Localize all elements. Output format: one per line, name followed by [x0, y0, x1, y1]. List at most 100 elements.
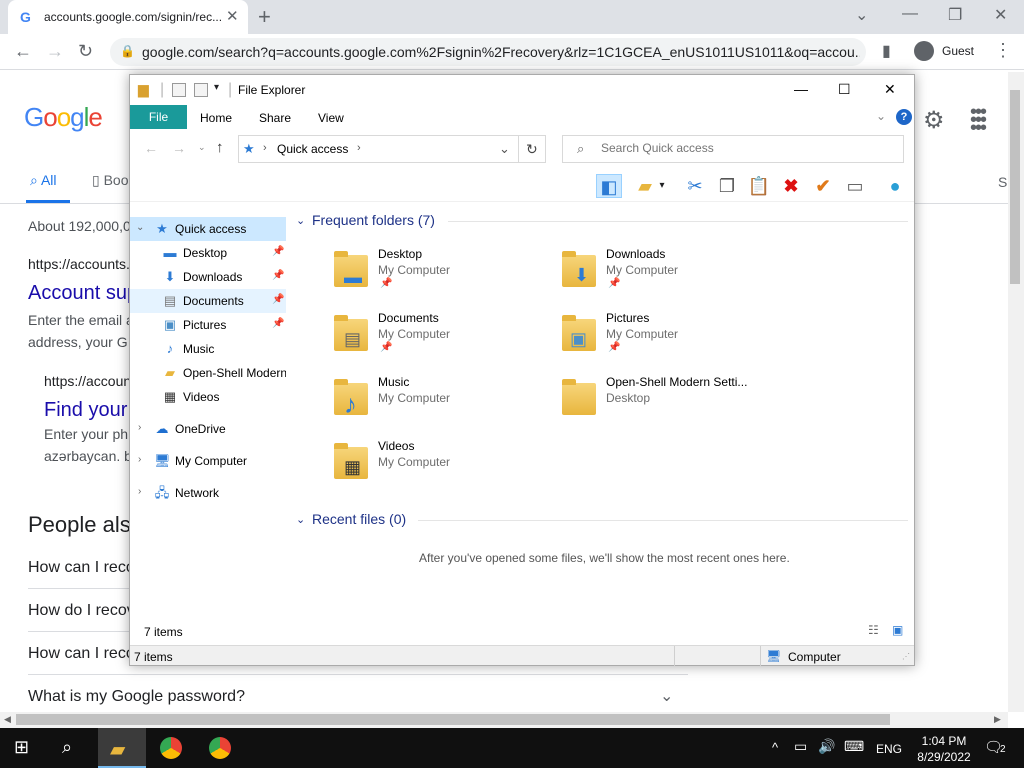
- chevron-right-icon[interactable]: ›: [263, 142, 267, 154]
- profile-button[interactable]: Guest: [910, 39, 984, 65]
- forward-icon[interactable]: →: [172, 140, 186, 156]
- help-icon[interactable]: ?: [896, 109, 912, 125]
- google-logo[interactable]: Google: [24, 102, 103, 133]
- result-title[interactable]: Account sup: [28, 282, 138, 305]
- recent-files-header[interactable]: Recent files (0): [312, 511, 406, 527]
- properties-icon[interactable]: [172, 83, 186, 97]
- new-folder-icon[interactable]: ▰: [632, 174, 658, 198]
- scroll-right-icon[interactable]: ▶: [994, 714, 1001, 725]
- folder-tile-desktop[interactable]: ▬ Desktop My Computer 📌: [332, 245, 552, 305]
- nav-item-documents[interactable]: ▤ Documents 📌: [130, 289, 286, 313]
- explorer-titlebar[interactable]: ▆ | ▾ | File Explorer — ☐ ✕: [130, 75, 914, 105]
- tab-tools[interactable]: S: [998, 174, 1007, 190]
- input-language[interactable]: ENG: [876, 742, 902, 756]
- folder-tile-downloads[interactable]: ⬇ Downloads My Computer 📌: [560, 245, 780, 305]
- paa-question[interactable]: How do I recov: [28, 602, 135, 620]
- folder-tile-pictures[interactable]: ▣ Pictures My Computer 📌: [560, 309, 780, 369]
- tab-share[interactable]: Share: [259, 111, 291, 125]
- nav-item-network[interactable]: › 🖧 Network: [130, 481, 286, 505]
- cut-icon[interactable]: ✂: [682, 174, 708, 198]
- properties-icon[interactable]: ▭: [842, 174, 868, 198]
- nav-item-quick-access[interactable]: ⌄ ★ Quick access: [130, 217, 286, 241]
- address-box[interactable]: ★ › Quick access › ⌄: [238, 135, 546, 163]
- keyboard-icon[interactable]: ⌨: [844, 738, 864, 755]
- resize-grip-icon[interactable]: ⋰: [902, 652, 910, 661]
- search-input[interactable]: [601, 141, 891, 155]
- close-tab-icon[interactable]: ✕: [226, 7, 239, 25]
- network-icon[interactable]: ▭: [794, 738, 807, 755]
- windows-start-icon[interactable]: ⊞: [14, 737, 29, 758]
- result-title[interactable]: Find your: [44, 399, 127, 422]
- scroll-left-icon[interactable]: ◀: [4, 714, 11, 725]
- new-tab-button[interactable]: +: [258, 4, 271, 30]
- folder-tile-open-shell[interactable]: Open-Shell Modern Setti... Desktop: [560, 373, 780, 433]
- folder-tile-videos[interactable]: ▦ Videos My Computer: [332, 437, 552, 497]
- frequent-folders-header[interactable]: Frequent folders (7): [312, 212, 435, 228]
- maximize-icon[interactable]: ☐: [838, 81, 851, 98]
- address-bar[interactable]: 🔒 google.com/search?q=accounts.google.co…: [110, 38, 866, 66]
- minimize-icon[interactable]: —: [902, 5, 918, 23]
- paste-icon[interactable]: 📋: [746, 174, 772, 198]
- nav-item-downloads[interactable]: ⬇ Downloads 📌: [130, 265, 286, 289]
- search-icon[interactable]: ⌕: [62, 737, 72, 758]
- settings-gear-icon[interactable]: ⚙: [923, 106, 945, 135]
- minimize-icon[interactable]: —: [794, 81, 808, 97]
- address-dropdown-icon[interactable]: ⌄: [499, 141, 510, 157]
- chevron-down-icon[interactable]: ⌄: [855, 5, 868, 25]
- chevron-right-icon[interactable]: ›: [357, 142, 361, 154]
- refresh-button[interactable]: ↻: [518, 135, 546, 163]
- browser-tab[interactable]: G accounts.google.com/signin/rec... ✕: [8, 0, 248, 34]
- nav-item-music[interactable]: ♪ Music: [130, 337, 286, 361]
- result-cite[interactable]: https://accoun: [44, 373, 131, 389]
- result-cite[interactable]: https://accounts.: [28, 256, 130, 272]
- tab-view[interactable]: View: [318, 111, 344, 125]
- folder-tile-documents[interactable]: ▤ Documents My Computer 📌: [332, 309, 552, 369]
- nav-item-onedrive[interactable]: › ☁ OneDrive: [130, 417, 286, 441]
- rename-check-icon[interactable]: ✔: [810, 174, 836, 198]
- dropdown-icon[interactable]: ▾: [656, 174, 668, 198]
- chevron-down-icon[interactable]: ⌄: [136, 222, 144, 233]
- reload-icon[interactable]: ↻: [78, 41, 93, 62]
- nav-item-open-shell[interactable]: ▰ Open-Shell Modern: [130, 361, 286, 385]
- open-shell-icon[interactable]: ●: [882, 174, 908, 198]
- vertical-scroll-thumb[interactable]: [1010, 90, 1020, 284]
- nav-item-pictures[interactable]: ▣ Pictures 📌: [130, 313, 286, 337]
- horizontal-scroll-thumb[interactable]: [16, 714, 890, 725]
- back-icon[interactable]: ←: [144, 140, 158, 156]
- close-icon[interactable]: ✕: [884, 81, 896, 98]
- delete-icon[interactable]: ✖: [778, 174, 804, 198]
- new-folder-icon[interactable]: [194, 83, 208, 97]
- address-location[interactable]: Quick access: [277, 142, 348, 156]
- folder-tile-music[interactable]: ♪ Music My Computer: [332, 373, 552, 433]
- menu-dots-icon[interactable]: ⋮: [994, 40, 1012, 61]
- taskbar-chrome[interactable]: [148, 728, 196, 768]
- nav-item-videos[interactable]: ▦ Videos: [130, 385, 286, 409]
- copy-icon[interactable]: ❐: [714, 174, 740, 198]
- chevron-right-icon[interactable]: ›: [138, 486, 141, 497]
- tab-all[interactable]: ⌕ All: [30, 172, 57, 189]
- side-panel-icon[interactable]: ▮: [882, 41, 891, 61]
- taskbar-file-explorer[interactable]: ▰: [98, 728, 146, 768]
- expand-ribbon-icon[interactable]: ⌄: [876, 109, 886, 123]
- restore-icon[interactable]: ❐: [948, 5, 962, 25]
- paa-question[interactable]: How can I reco: [28, 559, 135, 577]
- chevron-right-icon[interactable]: ›: [138, 454, 141, 465]
- details-view-icon[interactable]: ☷: [868, 623, 879, 637]
- navigation-pane-icon[interactable]: ◧: [596, 174, 622, 198]
- nav-item-my-computer[interactable]: › 🖥 My Computer: [130, 449, 286, 473]
- search-box[interactable]: ⌕: [562, 135, 904, 163]
- apps-grid-icon[interactable]: ••• ••• •••: [970, 102, 994, 138]
- chevron-down-icon[interactable]: ⌄: [296, 513, 305, 526]
- system-clock[interactable]: 1:04 PM 8/29/2022: [906, 733, 982, 765]
- back-icon[interactable]: ←: [14, 41, 32, 62]
- tab-home[interactable]: Home: [200, 111, 232, 125]
- tab-file[interactable]: File: [130, 105, 187, 129]
- chevron-up-icon[interactable]: ^: [772, 740, 778, 755]
- paa-question[interactable]: What is my Google password?: [28, 688, 245, 706]
- taskbar-chrome[interactable]: [197, 728, 245, 768]
- qat-dropdown-icon[interactable]: ▾: [214, 82, 219, 93]
- paa-question[interactable]: How can I reco: [28, 645, 135, 663]
- recent-locations-icon[interactable]: ⌄: [198, 142, 206, 153]
- volume-icon[interactable]: 🔊: [818, 738, 835, 755]
- forward-icon[interactable]: →: [46, 41, 64, 62]
